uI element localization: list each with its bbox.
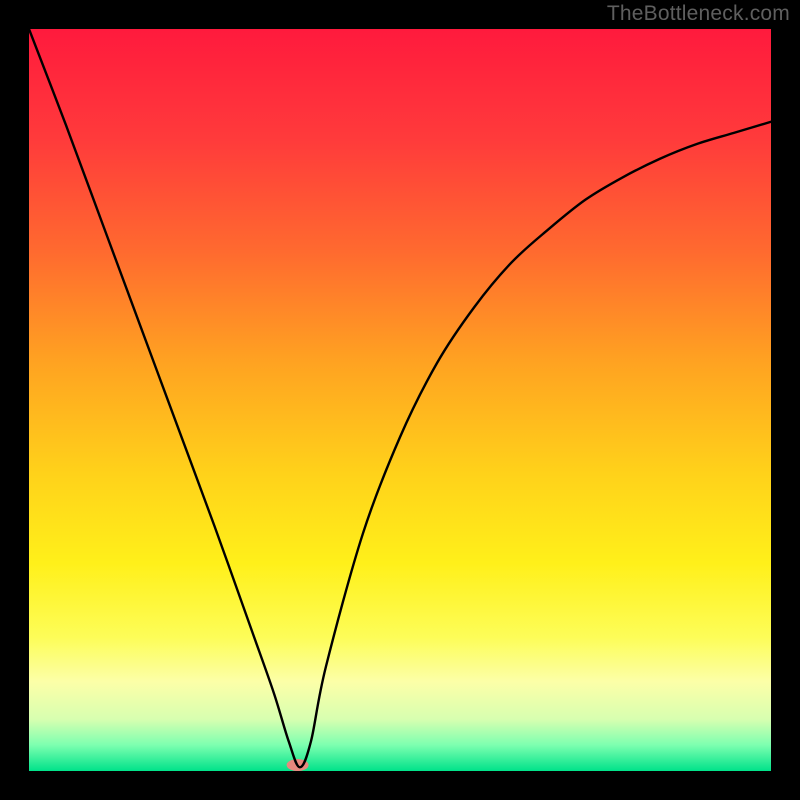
chart-svg: [29, 29, 771, 771]
gradient-background: [29, 29, 771, 771]
chart-frame: TheBottleneck.com: [0, 0, 800, 800]
plot-area: [29, 29, 771, 771]
watermark-text: TheBottleneck.com: [607, 2, 790, 26]
